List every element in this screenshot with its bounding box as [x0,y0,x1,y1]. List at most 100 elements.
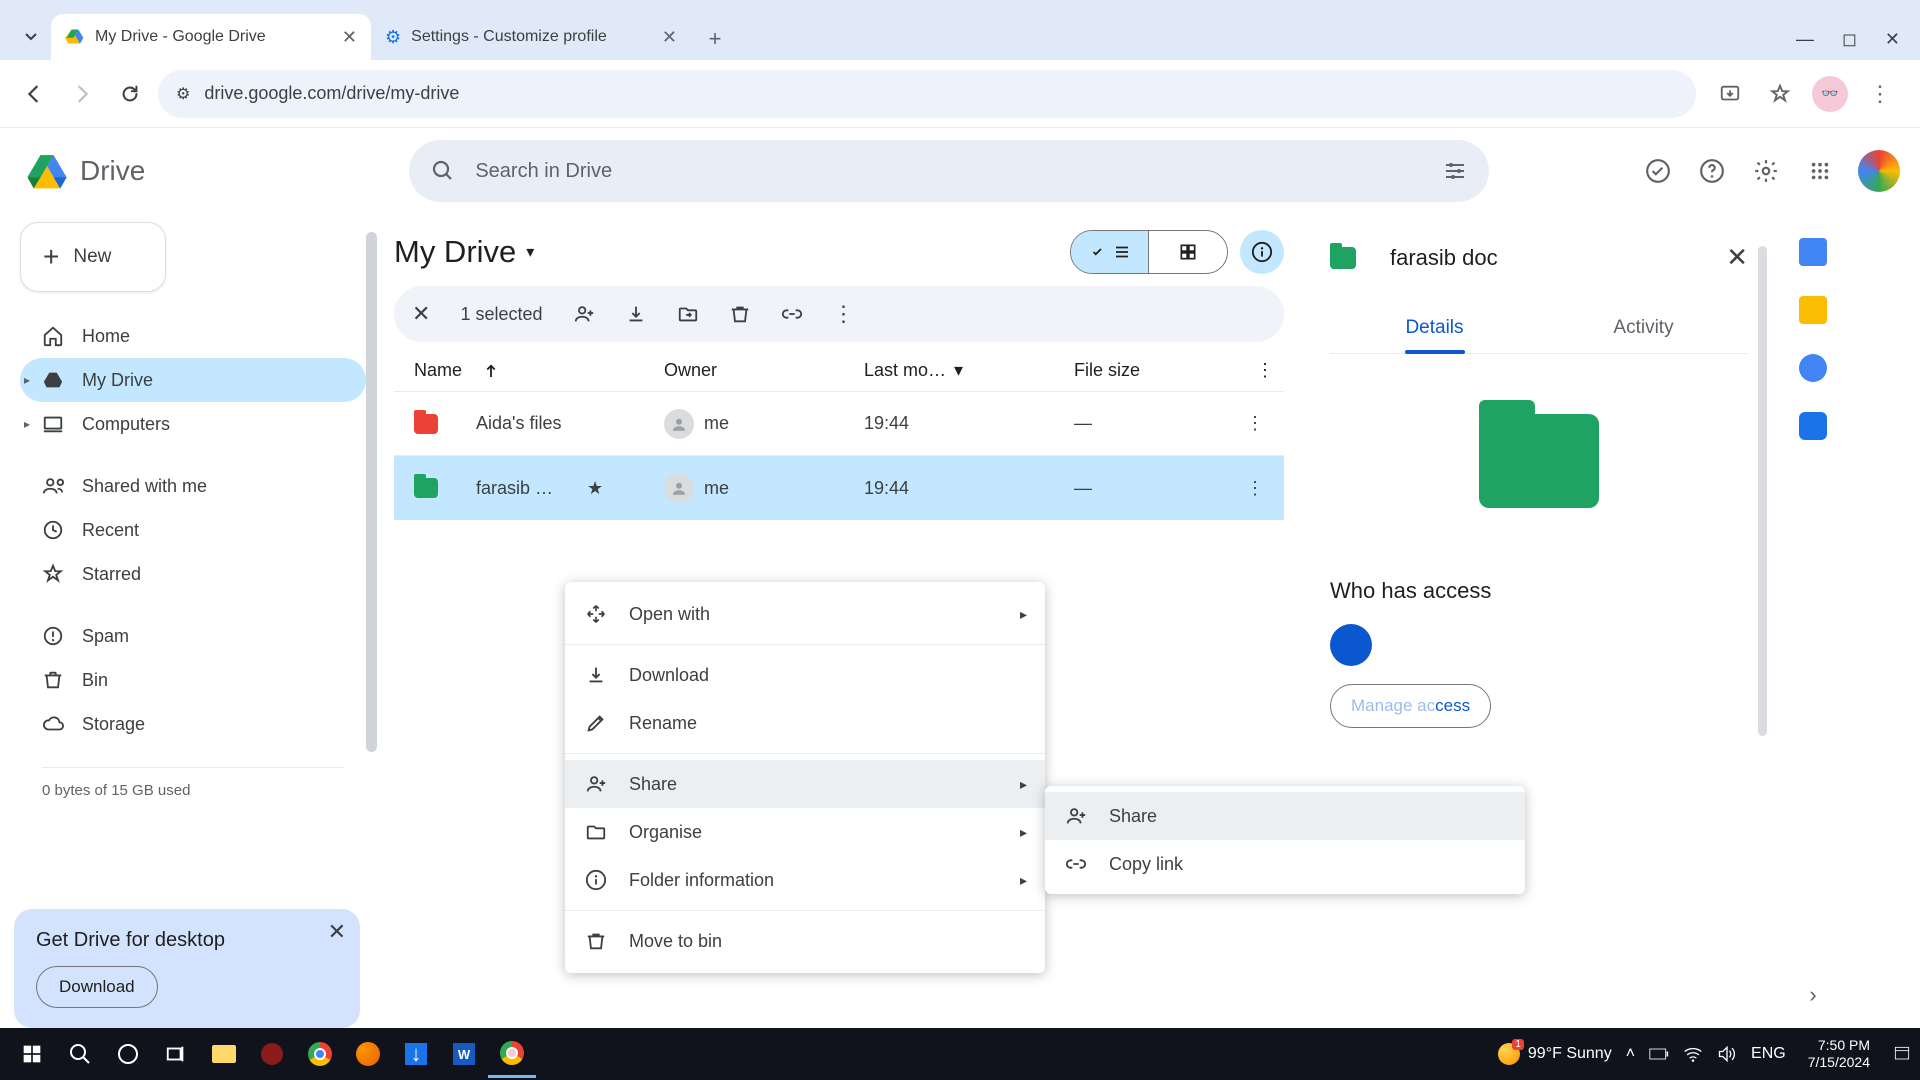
firefox-icon[interactable] [344,1030,392,1078]
sidebar-item-shared[interactable]: Shared with me [20,464,366,508]
hide-side-panel-icon[interactable]: › [1809,982,1816,1008]
close-window-icon[interactable]: ✕ [1885,29,1900,50]
chrome-menu-icon[interactable]: ⋮ [1862,76,1898,112]
start-button[interactable] [8,1030,56,1078]
search-input[interactable]: Search in Drive [409,140,1489,202]
grid-view-button[interactable] [1149,231,1227,273]
ctx-share[interactable]: Share ▸ [565,760,1045,808]
submenu-copy-link[interactable]: Copy link [1045,840,1525,888]
volume-icon[interactable] [1717,1045,1737,1063]
sidebar-item-my-drive[interactable]: ▸ My Drive [20,358,366,402]
tab-details[interactable]: Details [1330,303,1539,353]
close-tab-icon[interactable]: ✕ [662,27,677,48]
weather-widget[interactable]: 1 99°F Sunny [1498,1043,1612,1065]
col-modified-header[interactable]: Last mo… ▾ [864,360,1074,381]
col-name-header[interactable]: Name [414,360,664,381]
tab-settings[interactable]: ⚙ Settings - Customize profile ✕ [371,14,691,60]
sidebar-item-starred[interactable]: Starred [20,552,366,596]
tab-drive[interactable]: My Drive - Google Drive ✕ [51,14,371,60]
tab-activity[interactable]: Activity [1539,303,1748,353]
ready-offline-icon[interactable] [1642,155,1674,187]
install-app-icon[interactable] [1712,76,1748,112]
toggle-details-button[interactable] [1240,230,1284,274]
new-button[interactable]: + New [20,222,166,292]
back-button[interactable] [14,74,54,114]
get-link-icon[interactable] [781,303,803,325]
chrome-profile-button[interactable]: 👓 [1812,76,1848,112]
ctx-folder-info[interactable]: Folder information ▸ [565,856,1045,904]
help-icon[interactable] [1696,155,1728,187]
tab-search-dropdown[interactable] [11,16,51,56]
table-row[interactable]: Aida's files me 19:44 — ⋮ [394,392,1284,456]
ctx-rename[interactable]: Rename [565,699,1045,747]
row-menu-icon[interactable]: ⋮ [1246,478,1264,499]
move-icon[interactable] [677,303,699,325]
close-tab-icon[interactable]: ✕ [342,27,357,48]
search-filters-icon[interactable] [1443,159,1467,183]
language-indicator[interactable]: ENG [1751,1045,1786,1063]
sidebar-scrollbar[interactable] [366,232,377,862]
col-menu-icon[interactable]: ⋮ [1256,360,1274,381]
close-promo-icon[interactable]: ✕ [328,919,346,945]
contacts-app-icon[interactable] [1799,412,1827,440]
table-row[interactable]: farasib … ★ me 19:44 — ⋮ [394,456,1284,520]
manage-access-button[interactable]: Manage access [1330,684,1491,728]
reload-button[interactable] [110,74,150,114]
settings-gear-icon[interactable] [1750,155,1782,187]
list-view-button[interactable] [1071,231,1149,273]
wifi-icon[interactable] [1683,1046,1703,1062]
cortana-icon[interactable] [104,1030,152,1078]
star-filled-icon[interactable]: ★ [587,478,603,499]
calendar-app-icon[interactable] [1799,238,1827,266]
site-settings-icon[interactable]: ⚙ [176,84,190,104]
sidebar-item-recent[interactable]: Recent [20,508,366,552]
maximize-icon[interactable]: ◻ [1842,29,1857,50]
battery-icon[interactable] [1649,1047,1669,1061]
sidebar-item-computers[interactable]: ▸ Computers [20,402,366,446]
task-view-icon[interactable] [152,1030,200,1078]
folder-title[interactable]: My Drive ▾ [394,234,534,270]
download-desktop-button[interactable]: Download [36,966,158,1008]
drive-logo[interactable]: Drive [26,152,145,190]
share-person-icon[interactable] [573,303,595,325]
tray-chevron-icon[interactable]: ˄ [1626,1045,1635,1063]
ctx-move-to-bin[interactable]: Move to bin [565,917,1045,965]
search-taskbar-icon[interactable] [56,1030,104,1078]
col-size-header[interactable]: File size [1074,360,1224,381]
sidebar-item-storage[interactable]: Storage [20,702,366,746]
forward-button[interactable] [62,74,102,114]
sidebar-item-home[interactable]: Home [20,314,366,358]
details-scrollbar[interactable] [1758,246,1767,736]
sidebar-item-bin[interactable]: Bin [20,658,366,702]
access-avatar[interactable] [1330,624,1372,666]
download-icon[interactable] [625,303,647,325]
sidebar-item-spam[interactable]: Spam [20,614,366,658]
tasks-app-icon[interactable] [1799,354,1827,382]
row-menu-icon[interactable]: ⋮ [1246,413,1264,434]
word-icon[interactable]: W [440,1030,488,1078]
app-icon[interactable] [248,1030,296,1078]
chevron-right-icon[interactable]: ▸ [24,373,30,387]
clear-selection-icon[interactable]: ✕ [412,301,430,327]
chevron-right-icon[interactable]: ▸ [24,417,30,431]
url-input[interactable]: ⚙ drive.google.com/drive/my-drive [158,70,1696,118]
chrome-icon[interactable] [296,1030,344,1078]
delete-icon[interactable] [729,303,751,325]
new-tab-button[interactable]: + [697,26,733,52]
ctx-open-with[interactable]: Open with ▸ [565,590,1045,638]
apps-grid-icon[interactable] [1804,155,1836,187]
file-explorer-icon[interactable] [200,1030,248,1078]
close-details-icon[interactable]: ✕ [1726,242,1748,273]
minimize-icon[interactable]: ― [1796,29,1814,50]
ctx-organise[interactable]: Organise ▸ [565,808,1045,856]
chrome-active-icon[interactable] [488,1030,536,1078]
notifications-icon[interactable] [1892,1044,1912,1064]
col-owner-header[interactable]: Owner [664,360,864,381]
account-avatar[interactable] [1858,150,1900,192]
ctx-download[interactable]: Download [565,651,1045,699]
submenu-share[interactable]: Share [1045,792,1525,840]
download-app-icon[interactable]: ↓ [392,1030,440,1078]
clock[interactable]: 7:50 PM 7/15/2024 [1800,1037,1878,1071]
more-actions-icon[interactable]: ⋮ [833,301,855,327]
bookmark-icon[interactable] [1762,76,1798,112]
